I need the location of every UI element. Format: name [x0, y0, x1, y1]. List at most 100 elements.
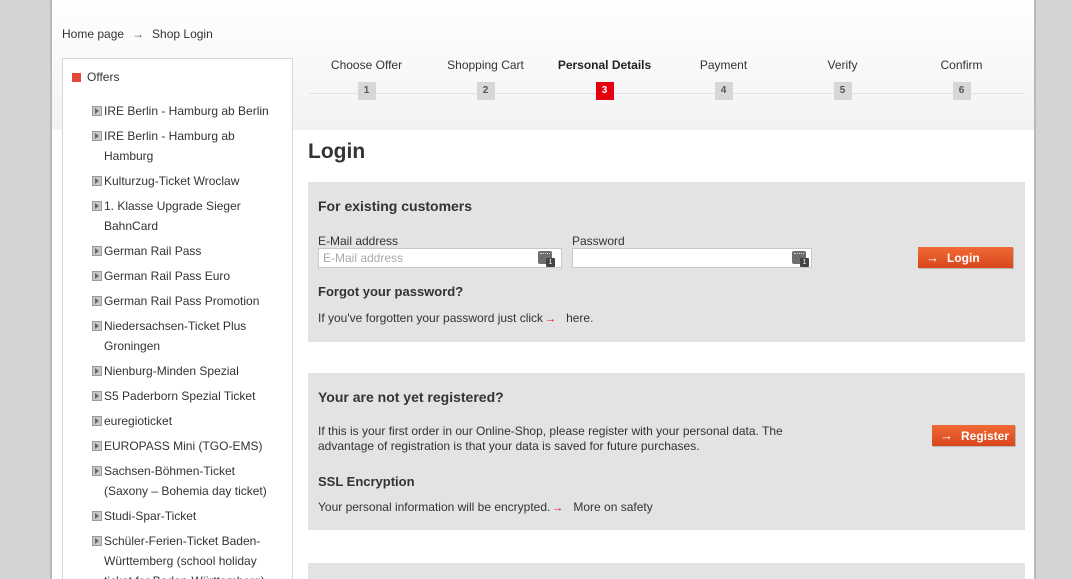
sidebar-item[interactable]: German Rail Pass: [92, 241, 282, 261]
step-verify: Verify 5: [783, 58, 902, 100]
ssl-heading: SSL Encryption: [318, 474, 415, 489]
arrow-right-icon: →: [545, 313, 557, 325]
sidebar-item-label: euregioticket: [104, 414, 173, 428]
register-button-label: Register: [961, 428, 1010, 443]
sidebar-item[interactable]: IRE Berlin - Hamburg ab Berlin: [92, 101, 282, 121]
keyboard-badge: 1: [546, 258, 555, 267]
sidebar-item[interactable]: EUROPASS Mini (TGO-EMS): [92, 436, 282, 456]
existing-customers-heading: For existing customers: [318, 198, 473, 214]
virtual-keyboard-icon[interactable]: 1: [538, 251, 555, 267]
arrow-bullet-icon: [92, 416, 102, 426]
breadcrumb-arrow-icon: →: [132, 27, 145, 41]
sidebar-item[interactable]: Schüler-Ferien-Ticket Baden-Württemberg …: [92, 531, 282, 579]
arrow-bullet-icon: [92, 511, 102, 521]
step-number: 5: [833, 82, 852, 100]
register-button[interactable]: → Register: [932, 425, 1015, 446]
arrow-bullet-icon: [92, 366, 102, 376]
ssl-text: Your personal information will be encryp…: [318, 500, 551, 514]
arrow-right-icon: →: [926, 250, 939, 265]
sidebar-item[interactable]: German Rail Pass Euro: [92, 266, 282, 286]
sidebar-item-label: Nienburg-Minden Spezial: [104, 364, 239, 378]
register-text: If this is your first order in our Onlin…: [318, 424, 838, 454]
sidebar-item-label: German Rail Pass Promotion: [104, 294, 260, 308]
register-text-line: If this is your first order in our Onlin…: [318, 424, 783, 438]
step-shopping-cart[interactable]: Shopping Cart 2: [426, 58, 545, 100]
sidebar-item-label: German Rail Pass Euro: [104, 269, 231, 283]
arrow-bullet-icon: [92, 536, 102, 546]
arrow-bullet-icon: [92, 321, 102, 331]
sidebar-item[interactable]: Studi-Spar-Ticket: [92, 506, 282, 526]
sidebar-item-label: 1. Klasse Upgrade Sieger BahnCard: [104, 199, 241, 233]
sidebar-item[interactable]: German Rail Pass Promotion: [92, 291, 282, 311]
step-label: Confirm: [940, 58, 983, 72]
forgot-password-heading: Forgot your password?: [318, 284, 464, 299]
sidebar-item[interactable]: S5 Paderborn Spezial Ticket: [92, 386, 282, 406]
sidebar-item[interactable]: Kulturzug-Ticket Wroclaw: [92, 171, 282, 191]
sidebar-item-label: EUROPASS Mini (TGO-EMS): [104, 439, 263, 453]
sidebar-item-label: Kulturzug-Ticket Wroclaw: [104, 174, 240, 188]
sidebar-heading-label: Offers: [87, 70, 120, 84]
breadcrumb-home-link[interactable]: Home page: [62, 27, 124, 41]
ssl-more-link[interactable]: More on safety: [573, 500, 652, 514]
arrow-bullet-icon: [92, 176, 102, 186]
virtual-keyboard-icon[interactable]: 1: [792, 251, 809, 267]
sidebar-item-label: IRE Berlin - Hamburg ab Hamburg: [104, 129, 235, 163]
arrow-bullet-icon: [92, 271, 102, 281]
arrow-bullet-icon: [92, 296, 102, 306]
sidebar-list: IRE Berlin - Hamburg ab Berlin IRE Berli…: [92, 101, 282, 579]
email-label: E-Mail address: [318, 234, 399, 248]
arrow-bullet-icon: [92, 466, 102, 476]
step-confirm: Confirm 6: [902, 58, 1021, 100]
sidebar-item-label: Schüler-Ferien-Ticket Baden-Württemberg …: [104, 534, 265, 579]
checkout-steps: Choose Offer 1 Shopping Cart 2 Personal De…: [307, 55, 1024, 105]
register-heading: Your are not yet registered?: [318, 389, 504, 405]
login-button[interactable]: → Login: [918, 247, 1013, 268]
arrow-bullet-icon: [92, 201, 102, 211]
step-label: Personal Details: [557, 58, 652, 72]
sidebar-item-label: IRE Berlin - Hamburg ab Berlin: [104, 104, 269, 118]
step-number: 4: [714, 82, 733, 100]
sidebar-heading: Offers: [72, 70, 119, 84]
page-title: Login: [308, 140, 366, 163]
step-payment: Payment 4: [664, 58, 783, 100]
password-label: Password: [572, 234, 625, 248]
breadcrumb-current: Shop Login: [152, 27, 213, 41]
sidebar-item[interactable]: 1. Klasse Upgrade Sieger BahnCard: [92, 196, 282, 236]
sidebar-item[interactable]: Sachsen-Böhmen-Ticket (Saxony – Bohemia …: [92, 461, 282, 501]
step-number: 6: [952, 82, 971, 100]
ssl-line: Your personal information will be encryp…: [318, 500, 653, 516]
page-edge-right: [1034, 0, 1036, 579]
arrow-right-icon: →: [552, 502, 564, 514]
password-field[interactable]: [572, 248, 812, 268]
sidebar-item-label: Studi-Spar-Ticket: [104, 509, 197, 523]
register-panel: Your are not yet registered? If this is …: [308, 373, 1025, 530]
step-number: 3: [595, 82, 614, 100]
sidebar-item-label: S5 Paderborn Spezial Ticket: [104, 389, 256, 403]
arrow-right-icon: →: [940, 428, 953, 443]
next-panel: [308, 563, 1025, 579]
step-label: Payment: [699, 58, 748, 72]
register-text-line: advantage of registration is that your d…: [318, 439, 700, 453]
arrow-bullet-icon: [92, 131, 102, 141]
sidebar-item-label: Niedersachsen-Ticket Plus Groningen: [104, 319, 247, 353]
page: Home page → Shop Login Offers IRE Berlin…: [52, 0, 1034, 579]
step-number: 1: [357, 82, 376, 100]
step-label: Shopping Cart: [447, 58, 524, 72]
keyboard-badge: 1: [800, 258, 809, 267]
red-square-icon: [72, 72, 81, 82]
sidebar-item[interactable]: Nienburg-Minden Spezial: [92, 361, 282, 381]
forgot-password-link[interactable]: here.: [566, 311, 593, 325]
step-label: Verify: [827, 58, 858, 72]
step-choose-offer[interactable]: Choose Offer 1: [307, 58, 426, 100]
sidebar-item-label: Sachsen-Böhmen-Ticket (Saxony – Bohemia …: [104, 464, 267, 498]
sidebar-item[interactable]: Niedersachsen-Ticket Plus Groningen: [92, 316, 282, 356]
step-number: 2: [476, 82, 495, 100]
sidebar-item[interactable]: IRE Berlin - Hamburg ab Hamburg: [92, 126, 282, 166]
email-field[interactable]: [318, 248, 562, 268]
sidebar-item[interactable]: euregioticket: [92, 411, 282, 431]
arrow-bullet-icon: [92, 441, 102, 451]
step-personal-details: Personal Details 3: [545, 58, 664, 100]
arrow-bullet-icon: [92, 106, 102, 116]
forgot-password-line: If you've forgotten your password just c…: [318, 311, 593, 327]
forgot-password-text: If you've forgotten your password just c…: [318, 311, 544, 325]
